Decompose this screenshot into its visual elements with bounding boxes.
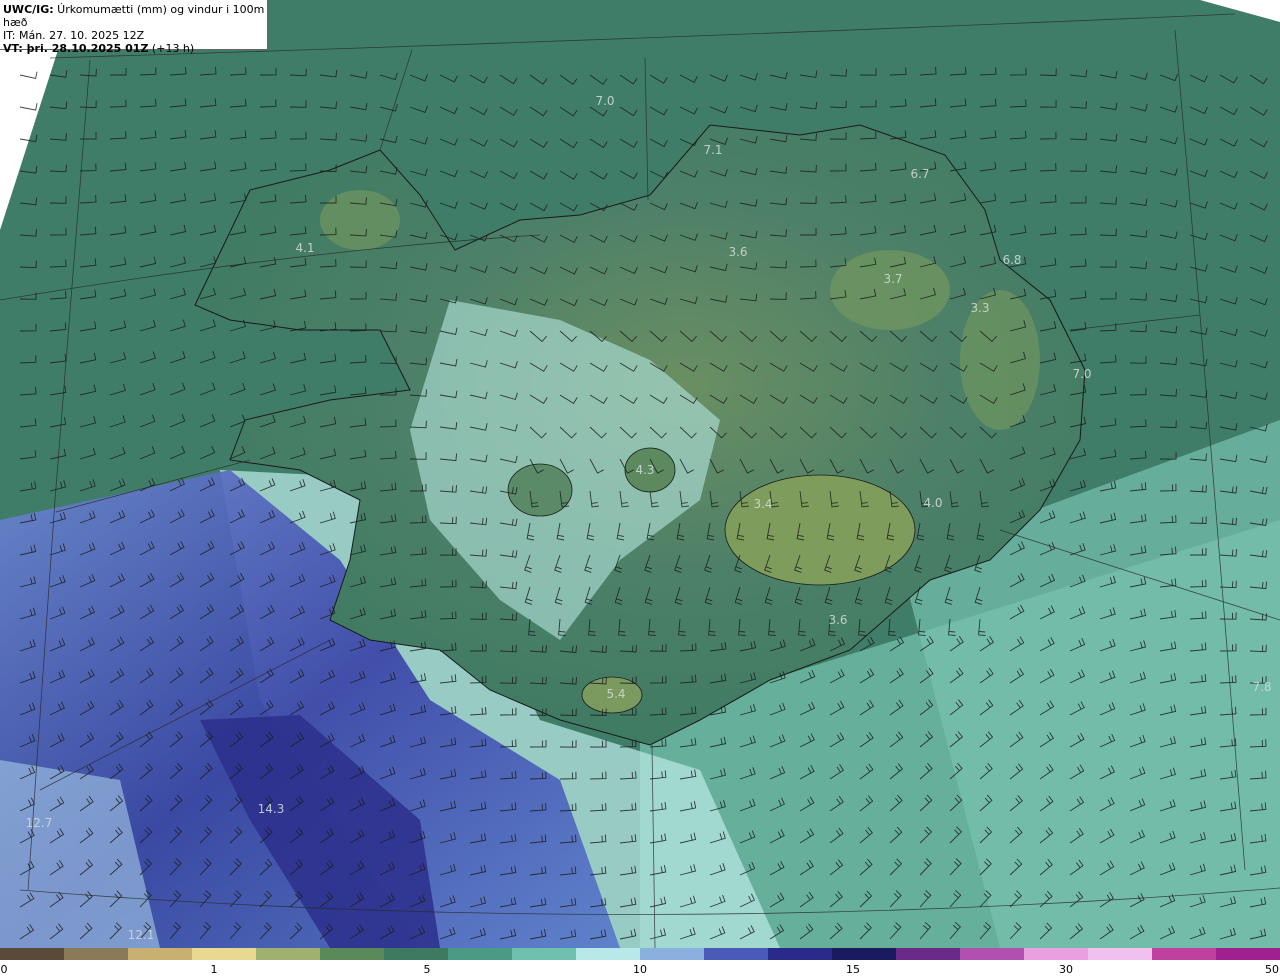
colorbar-segment <box>1088 948 1152 960</box>
precip-value-label: 7.0 <box>1072 367 1091 381</box>
precip-value-label: 7.0 <box>595 94 614 108</box>
colorbar-segment <box>0 948 64 960</box>
precip-value-label: 12.7 <box>26 816 53 830</box>
colorbar-segment <box>896 948 960 960</box>
colorbar-segment <box>576 948 640 960</box>
colorbar-segment <box>768 948 832 960</box>
precip-value-label: 3.6 <box>828 613 847 627</box>
precip-value-label: 4.0 <box>923 496 942 510</box>
colorbar-segment <box>1024 948 1088 960</box>
precip-value-label: 4.3 <box>635 463 654 477</box>
precip-value-label: 14.3 <box>258 802 285 816</box>
precip-value-label: 3.4 <box>753 497 772 511</box>
colorbar-tick-label: 5 <box>423 963 431 976</box>
precip-value-label: 5.4 <box>606 687 625 701</box>
colorbar-tick-label: 10 <box>633 963 647 976</box>
colorbar-segment <box>448 948 512 960</box>
colorbar-tick-label: 1 <box>210 963 218 976</box>
colorbar-tick-label: 50 <box>1265 963 1279 976</box>
colorbar-segment <box>256 948 320 960</box>
colorbar-segment <box>960 948 1024 960</box>
colorbar-segment <box>704 948 768 960</box>
colorbar-segment <box>64 948 128 960</box>
precip-value-label: 7.8 <box>1252 680 1271 694</box>
colorbar-segment <box>512 948 576 960</box>
glacier-vatnajokull <box>724 474 916 586</box>
colorbar-segment <box>192 948 256 960</box>
colorbar-tick-label: 0 <box>0 963 8 976</box>
colorbar-segment <box>1216 948 1280 960</box>
precip-value-label: 7.1 <box>703 143 722 157</box>
precip-value-label: 4.1 <box>295 241 314 255</box>
forecast-map: 7.0 7.1 6.7 4.1 3.6 6.8 3.7 3.3 7.0 4.3 3.4 4.0 3.6 5… <box>0 0 1280 948</box>
precip-value-label: 3.6 <box>728 245 747 259</box>
precip-value-label: 6.7 <box>910 167 929 181</box>
title-line-1: UWC/IG: Úrkomumætti (mm) og vindur i 100… <box>3 3 267 29</box>
title-line-3: VT: þri. 28.10.2025 01Z (+13 h) <box>3 42 267 55</box>
initial-time: IT: Mán. 27. 10. 2025 12Z <box>3 29 145 42</box>
precip-value-label: 6.8 <box>1002 253 1021 267</box>
precip-value-label: 3.3 <box>970 301 989 315</box>
colorbar-segment <box>832 948 896 960</box>
map-title-box: UWC/IG: Úrkomumætti (mm) og vindur i 100… <box>0 0 268 55</box>
colorbar-segment <box>1152 948 1216 960</box>
model-code: UWC/IG: <box>3 3 54 16</box>
colorbar-gradient <box>0 948 1280 960</box>
colorbar-segment <box>640 948 704 960</box>
valid-time: VT: þri. 28.10.2025 01Z <box>3 42 149 55</box>
colorbar-tick-label: 30 <box>1059 963 1073 976</box>
colorbar-segment <box>320 948 384 960</box>
colorbar-segment <box>384 948 448 960</box>
precip-value-label: 12.1 <box>128 928 155 942</box>
highland-north <box>830 250 950 330</box>
lead-time: (+13 h) <box>148 42 195 55</box>
colorbar: 0 1 5 10 15 30 50 <box>0 948 1280 978</box>
highland-westfjords <box>320 190 400 250</box>
colorbar-segment <box>128 948 192 960</box>
precip-value-label: 3.7 <box>883 272 902 286</box>
colorbar-tick-label: 15 <box>846 963 860 976</box>
